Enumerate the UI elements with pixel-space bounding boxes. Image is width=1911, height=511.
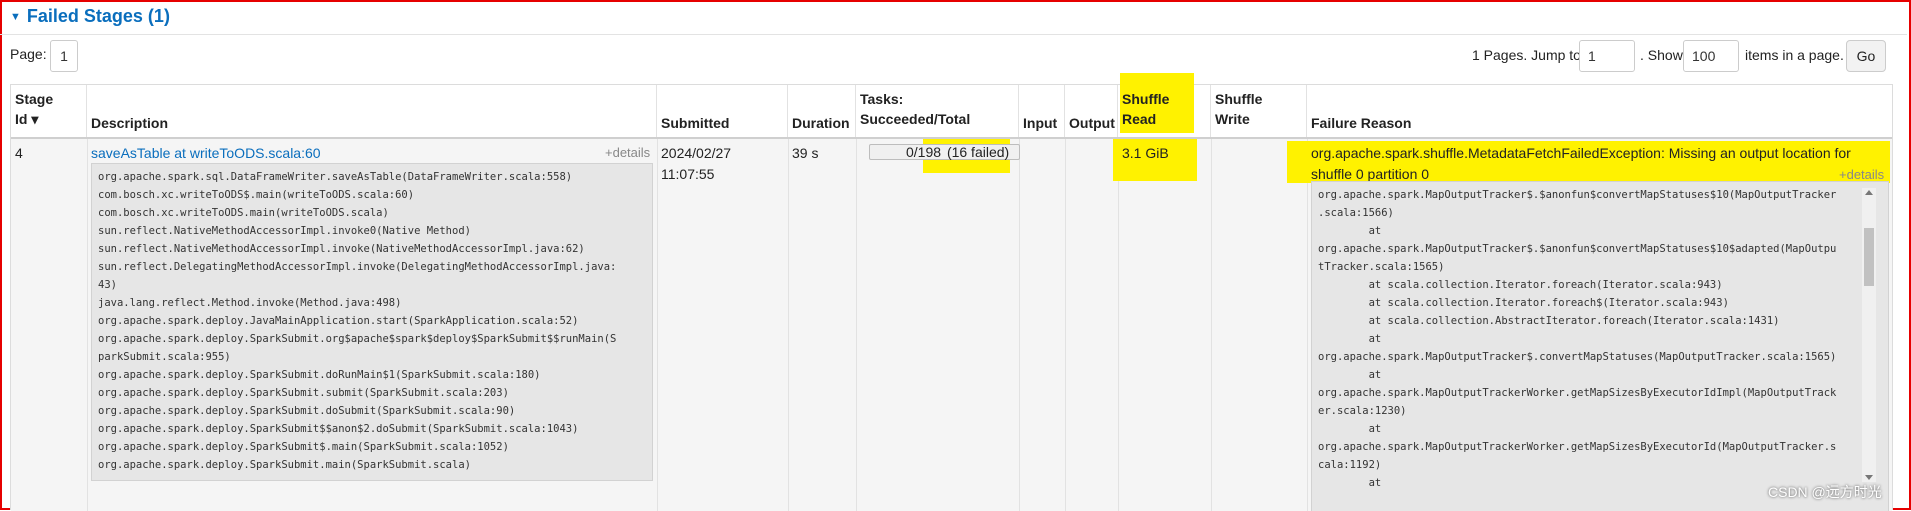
column-divider [856, 139, 857, 511]
failure-reason-line2: shuffle 0 partition 0 [1311, 166, 1430, 182]
stack-trace-line: sun.reflect.NativeMethodAccessorImpl.inv… [98, 225, 471, 237]
stack-trace-line: org.apache.spark.MapOutputTracker$.conve… [1318, 351, 1837, 363]
items-text: items in a page. [1745, 47, 1844, 63]
stack-trace-line: org.apache.spark.deploy.SparkSubmit.main… [98, 459, 471, 471]
stack-trace-line: .scala:1566) [1318, 207, 1394, 219]
stage-description-link[interactable]: saveAsTable at writeToODS.scala:60 [91, 145, 321, 161]
stack-trace-line: at [1318, 333, 1382, 345]
header-shuffle-write-line2: Write [1215, 111, 1250, 127]
stack-trace-line: org.apache.spark.MapOutputTracker$.$anon… [1318, 189, 1837, 201]
stack-trace-line: org.apache.spark.MapOutputTrackerWorker.… [1318, 387, 1837, 399]
submitted-date: 2024/02/27 [661, 145, 732, 161]
page-label: Page: [10, 46, 47, 62]
header-output[interactable]: Output [1065, 85, 1118, 137]
section-title: Failed Stages (1) [26, 6, 170, 26]
stack-trace-line: 43) [98, 279, 117, 291]
duration-cell: 39 s [792, 145, 819, 161]
column-divider [87, 139, 88, 511]
header-stage-id[interactable]: Stage Id ▾ [11, 85, 87, 137]
header-stage-id-line2: Id ▾ [15, 111, 39, 127]
header-failure-reason[interactable]: Failure Reason [1307, 85, 1892, 137]
submitted-time: 11:07:55 [661, 166, 715, 182]
stack-trace-line: tTracker.scala:1565) [1318, 261, 1445, 273]
header-input-label: Input [1023, 115, 1058, 131]
stack-trace-line: at scala.collection.AbstractIterator.for… [1318, 315, 1780, 327]
stack-trace-line: org.apache.spark.deploy.SparkSubmit.doSu… [98, 405, 516, 417]
caret-down-icon: ▼ [10, 10, 21, 23]
page-size-input[interactable] [1683, 40, 1739, 72]
stack-trace-line: com.bosch.xc.writeToODS.main(writeToODS.… [98, 207, 389, 219]
stage-id-cell: 4 [15, 145, 23, 161]
tasks-failed-text: (16 failed) [946, 144, 1010, 160]
stack-trace-line: org.apache.spark.deploy.SparkSubmit$$ano… [98, 423, 579, 435]
jump-to-page-input[interactable] [1579, 40, 1635, 72]
stack-trace-line: com.bosch.xc.writeToODS$.main(writeToODS… [98, 189, 415, 201]
failure-reason-line1: org.apache.spark.shuffle.MetadataFetchFa… [1311, 145, 1851, 161]
stack-trace-line: org.apache.spark.deploy.SparkSubmit.doRu… [98, 369, 541, 381]
stack-trace-line: parkSubmit.scala:955) [98, 351, 231, 363]
failed-stages-toggle[interactable]: ▼ Failed Stages (1) [10, 6, 170, 27]
header-duration-label: Duration [792, 115, 850, 131]
stack-trace-line: at [1318, 423, 1382, 435]
description-stack-trace: org.apache.spark.sql.DataFrameWriter.sav… [91, 163, 653, 481]
stack-trace-line: sun.reflect.NativeMethodAccessorImpl.inv… [98, 243, 585, 255]
stack-trace-line: at scala.collection.Iterator.foreach(Ite… [1318, 279, 1723, 291]
header-submitted-label: Submitted [661, 115, 730, 131]
header-tasks-line2: Succeeded/Total [860, 111, 971, 127]
failure-details-toggle[interactable]: +details [1839, 167, 1884, 182]
watermark: CSDN @远方时光 [1768, 484, 1882, 500]
stack-trace-line: org.apache.spark.deploy.SparkSubmit.subm… [98, 387, 509, 399]
column-divider [788, 139, 789, 511]
header-shuffle-read-line2: Read [1122, 111, 1157, 127]
stack-trace-line: er.scala:1230) [1318, 405, 1407, 417]
stack-trace-line: org.apache.spark.deploy.JavaMainApplicat… [98, 315, 579, 327]
header-shuffle-write-line1: Shuffle [1215, 91, 1263, 107]
column-divider [1019, 139, 1020, 511]
header-tasks-line1: Tasks: [860, 91, 904, 107]
stack-trace-line: sun.reflect.DelegatingMethodAccessorImpl… [98, 261, 617, 273]
pages-text: 1 Pages. Jump to [1472, 47, 1581, 63]
header-output-label: Output [1069, 115, 1115, 131]
scroll-up-icon[interactable] [1865, 190, 1873, 195]
scroll-thumb[interactable] [1864, 228, 1874, 286]
stack-trace-line: java.lang.reflect.Method.invoke(Method.j… [98, 297, 402, 309]
stack-trace-line: at scala.collection.Iterator.foreach$(It… [1318, 297, 1729, 309]
stack-trace-line: org.apache.spark.MapOutputTrackerWorker.… [1318, 441, 1837, 453]
page-number-input[interactable] [50, 40, 78, 72]
header-description[interactable]: Description [87, 85, 657, 137]
column-divider [1211, 139, 1212, 511]
scroll-down-icon[interactable] [1865, 475, 1873, 480]
header-input[interactable]: Input [1019, 85, 1065, 137]
go-button[interactable]: Go [1846, 40, 1886, 72]
stack-trace-line: cala:1192) [1318, 459, 1382, 471]
stack-trace-line: at [1318, 369, 1382, 381]
section-divider [0, 34, 1907, 35]
failure-stack-scrollbar[interactable] [1862, 188, 1876, 482]
stack-trace-line: org.apache.spark.deploy.SparkSubmit$.mai… [98, 441, 509, 453]
header-tasks[interactable]: Tasks: Succeeded/Total [856, 85, 1019, 137]
header-submitted[interactable]: Submitted [657, 85, 788, 137]
header-description-label: Description [91, 115, 169, 131]
header-duration[interactable]: Duration [788, 85, 856, 137]
stack-trace-line: org.apache.spark.deploy.SparkSubmit.org$… [98, 333, 617, 345]
column-divider [1118, 139, 1119, 511]
column-divider [657, 139, 658, 511]
stack-trace-line: org.apache.spark.sql.DataFrameWriter.sav… [98, 171, 573, 183]
stack-trace-line: at [1318, 225, 1382, 237]
header-shuffle-read[interactable]: Shuffle Read [1118, 73, 1211, 137]
tasks-progress-text: 0/198 [906, 144, 942, 160]
shuffle-read-cell: 3.1 GiB [1122, 145, 1169, 161]
failed-stages-table: Stage Id ▾ Description Submitted Duratio… [10, 73, 1893, 511]
show-text: . Show [1640, 47, 1683, 63]
failure-stack-trace[interactable]: org.apache.spark.MapOutputTracker$.$anon… [1311, 181, 1889, 511]
column-divider [1307, 139, 1308, 511]
header-stage-id-line1: Stage [15, 91, 54, 107]
header-failure-reason-label: Failure Reason [1311, 115, 1412, 131]
column-divider [1065, 139, 1066, 511]
description-details-toggle[interactable]: +details [605, 145, 650, 160]
header-shuffle-read-line1: Shuffle [1122, 91, 1170, 107]
header-shuffle-write[interactable]: Shuffle Write [1211, 85, 1307, 137]
tasks-progress-bar: 0/198 (16 failed) [869, 144, 1020, 160]
stack-trace-line: org.apache.spark.MapOutputTracker$.$anon… [1318, 243, 1837, 255]
